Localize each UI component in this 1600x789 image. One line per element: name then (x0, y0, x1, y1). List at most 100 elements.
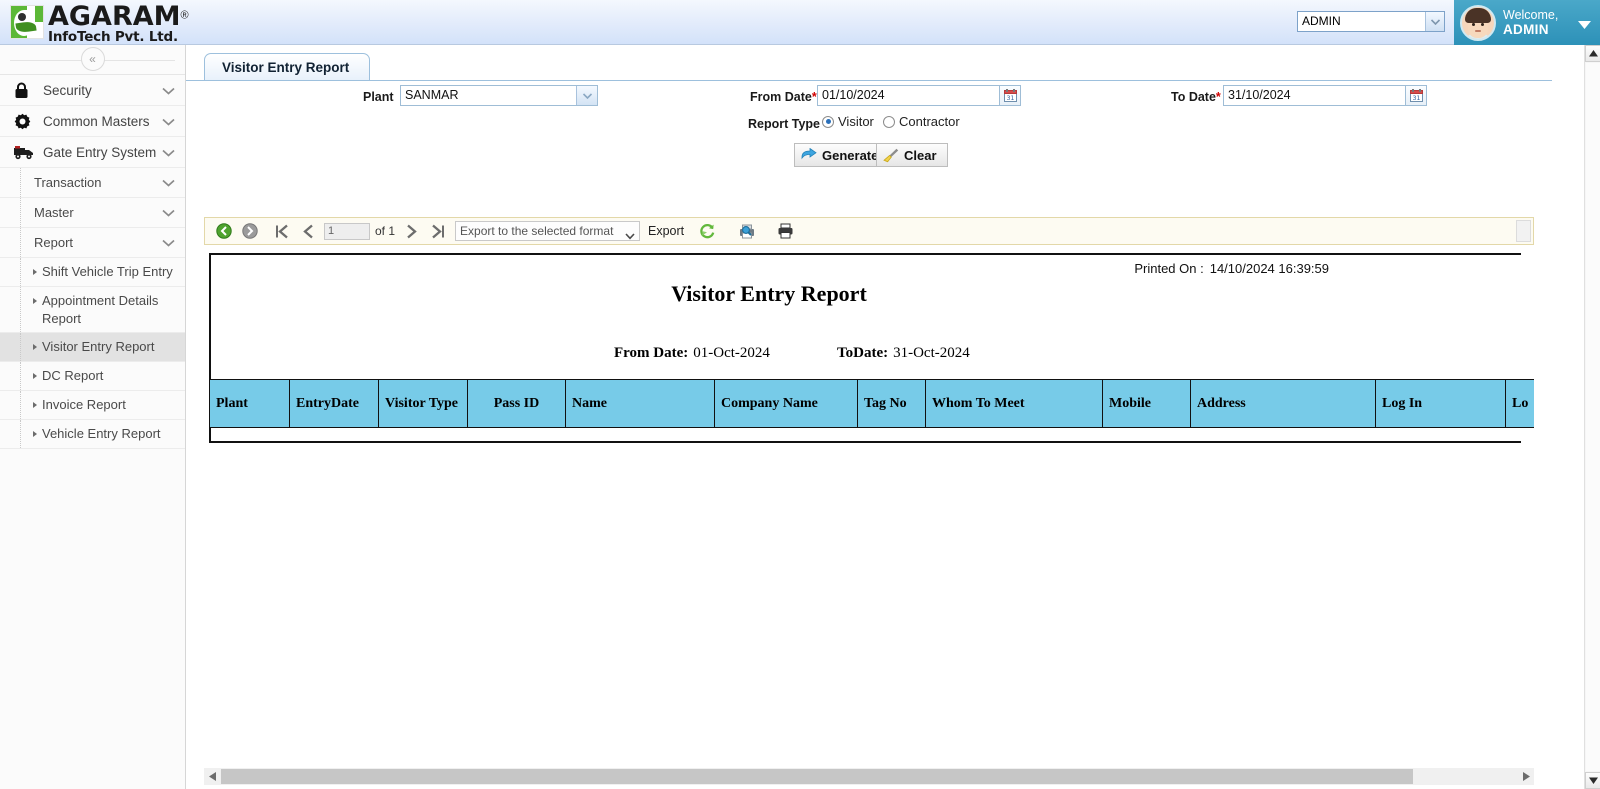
last-page-icon[interactable] (425, 218, 451, 244)
to-date-input[interactable]: 31/10/2024 (1223, 85, 1406, 106)
radio-contractor[interactable]: Contractor (883, 114, 960, 129)
first-page-icon[interactable] (269, 218, 295, 244)
chevron-down-icon[interactable] (1425, 12, 1444, 31)
app-header: AGARAM® InfoTech Pvt. Ltd. ADMIN Welcome… (0, 0, 1600, 45)
user-select-value: ADMIN (1302, 14, 1341, 28)
broom-icon (883, 148, 899, 163)
toolbar-resize-handle[interactable] (1516, 220, 1531, 242)
user-select[interactable]: ADMIN (1297, 11, 1445, 32)
clear-label: Clear (904, 147, 937, 163)
radio-contractor-label: Contractor (899, 114, 960, 129)
sidebar-item-gate-entry-system[interactable]: Gate Entry System (0, 137, 185, 168)
sidebar-item-label: Visitor Entry Report (42, 339, 155, 355)
chevron-down-icon[interactable] (162, 145, 175, 160)
report-title: Visitor Entry Report (671, 281, 867, 306)
export-button[interactable]: Export (648, 224, 684, 238)
horizontal-scroll-thumb[interactable] (221, 769, 1413, 784)
refresh-icon[interactable] (694, 218, 720, 244)
sidebar-item-label: Report (34, 235, 74, 250)
chevron-down-icon[interactable] (162, 175, 175, 190)
radio-visitor[interactable]: Visitor (822, 114, 874, 129)
sidebar-item-label: Common Masters (43, 113, 150, 129)
forward-circle-icon[interactable] (237, 218, 263, 244)
printer-icon[interactable] (772, 218, 798, 244)
back-circle-icon[interactable] (211, 218, 237, 244)
table-column-header: Log In (1375, 379, 1506, 428)
sidebar-item-security[interactable]: Security (0, 75, 185, 106)
sidebar-item-transaction[interactable]: Transaction (0, 168, 185, 198)
triangle-right-icon (33, 298, 37, 304)
vertical-scrollbar[interactable] (1584, 45, 1600, 789)
next-page-icon[interactable] (399, 218, 425, 244)
agaram-leaf-logo-icon (10, 5, 44, 39)
chevron-down-icon[interactable] (162, 114, 175, 129)
sidebar-item-label: Security (43, 82, 92, 98)
clear-button[interactable]: Clear (876, 143, 948, 167)
sidebar-item-label: Gate Entry System (43, 144, 157, 160)
sidebar-item-visitor-entry-report[interactable]: Visitor Entry Report (0, 333, 185, 363)
report-from-date-label: From Date: (614, 345, 689, 361)
chevron-down-icon[interactable] (162, 205, 175, 220)
radio-dot-icon (883, 115, 895, 128)
plant-value: SANMAR (405, 88, 459, 102)
brand-logo[interactable]: AGARAM® InfoTech Pvt. Ltd. (10, 3, 189, 45)
calendar-icon[interactable]: 31 (1000, 85, 1021, 106)
triangle-right-icon (33, 344, 37, 351)
chevron-down-icon[interactable] (162, 235, 175, 250)
chevron-down-icon[interactable] (162, 83, 175, 98)
from-date-input[interactable]: 01/10/2024 (817, 85, 1000, 106)
scroll-left-icon[interactable] (204, 768, 221, 785)
table-column-header: Lo (1505, 379, 1534, 428)
sidebar-item-dc-report[interactable]: DC Report (0, 362, 185, 392)
gear-icon (14, 113, 38, 130)
sidebar-item-shift-vehicle-trip-entry[interactable]: Shift Vehicle Trip Entry (0, 258, 185, 287)
chevron-down-icon[interactable] (625, 227, 635, 245)
prev-page-icon[interactable] (295, 218, 321, 244)
scroll-down-icon[interactable] (1585, 772, 1600, 789)
sidebar-item-invoice-report[interactable]: Invoice Report (0, 391, 185, 421)
from-date-label: From Date* (750, 90, 817, 104)
welcome-text: Welcome, (1503, 7, 1559, 22)
registered-mark: ® (180, 9, 189, 22)
report-to-date: ToDate: 31-Oct-2024 (837, 345, 970, 362)
table-column-header: Plant (209, 379, 290, 428)
chevron-down-icon[interactable] (576, 86, 597, 105)
sidebar-collapse-row: « (0, 45, 185, 75)
user-panel[interactable]: Welcome, ADMIN (1454, 0, 1600, 45)
tab-visitor-entry-report[interactable]: Visitor Entry Report (204, 53, 371, 80)
calendar-icon[interactable]: 31 (1406, 85, 1427, 106)
vertical-scroll-track[interactable] (1586, 63, 1600, 771)
svg-text:31: 31 (1006, 95, 1014, 102)
triangle-right-icon (33, 402, 37, 409)
sidebar-item-common-masters[interactable]: Common Masters (0, 106, 185, 137)
horizontal-scroll-track[interactable] (221, 768, 1517, 785)
double-chevron-left-icon[interactable]: « (80, 47, 105, 71)
to-date-label: To Date* (1171, 90, 1221, 104)
table-header-row: Plant EntryDate Visitor Type Pass ID Name Com… (209, 379, 1534, 428)
sidebar-item-master[interactable]: Master (0, 198, 185, 228)
sidebar-item-label: DC Report (42, 368, 104, 384)
report-from-date-value: 01-Oct-2024 (693, 345, 770, 361)
sidebar-item-appointment-details-report[interactable]: Appointment Details Report (0, 287, 185, 334)
plant-label: Plant (363, 90, 394, 104)
print-preview-icon[interactable] (734, 218, 760, 244)
page-number-value: 1 (328, 224, 335, 237)
table-column-header: Mobile (1102, 379, 1191, 428)
caret-down-icon[interactable] (1578, 16, 1591, 34)
radio-visitor-label: Visitor (838, 114, 874, 129)
triangle-right-icon (33, 269, 37, 275)
plant-select[interactable]: SANMAR (400, 85, 598, 106)
report-to-date-value: 31-Oct-2024 (893, 345, 970, 361)
printed-on-value: 14/10/2024 16:39:59 (1209, 261, 1329, 276)
table-column-header: Whom To Meet (925, 379, 1103, 428)
report-to-date-label: ToDate: (837, 345, 889, 361)
tab-strip: Visitor Entry Report (186, 53, 1552, 81)
horizontal-scrollbar[interactable] (204, 768, 1534, 785)
page-number-input[interactable]: 1 (324, 222, 370, 240)
export-format-select[interactable]: Export to the selected format (455, 221, 641, 241)
sidebar-item-report[interactable]: Report (0, 228, 185, 258)
welcome-username: ADMIN (1503, 21, 1549, 37)
sidebar-item-vehicle-entry-report[interactable]: Vehicle Entry Report (0, 420, 185, 450)
scroll-up-icon[interactable] (1585, 45, 1600, 62)
scroll-right-icon[interactable] (1517, 768, 1534, 785)
